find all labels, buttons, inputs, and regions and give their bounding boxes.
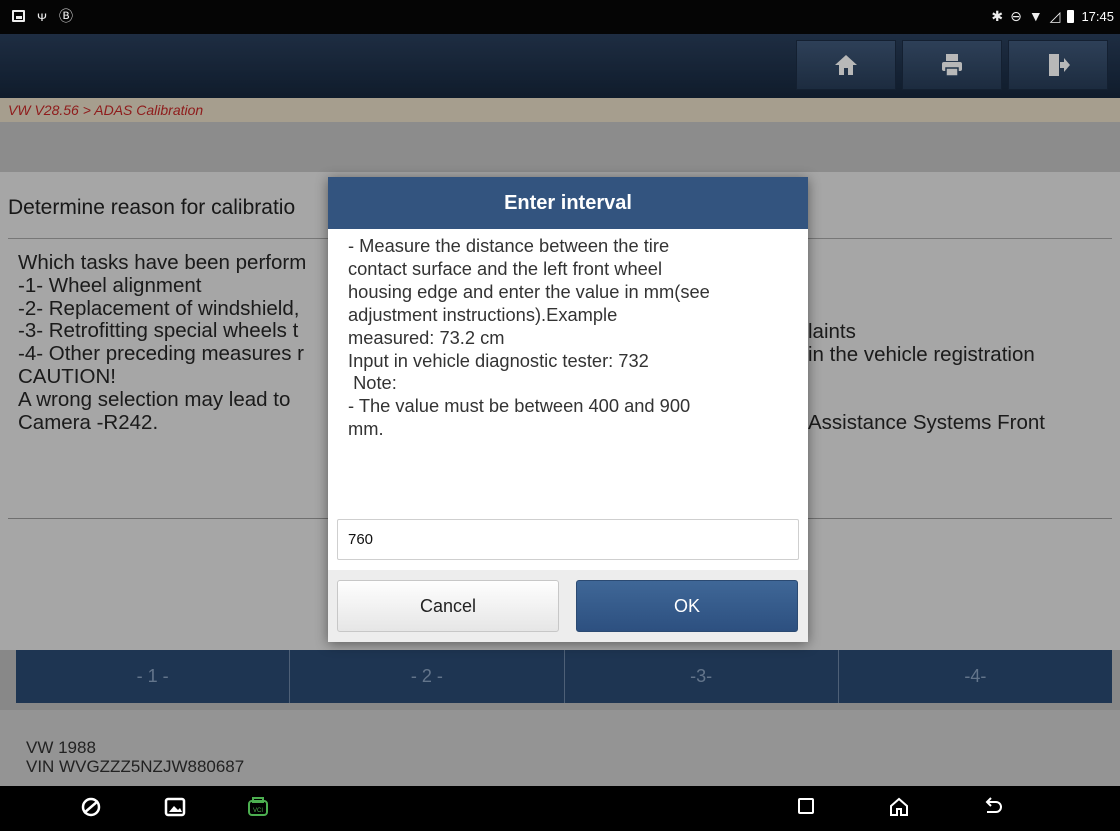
bluetooth-icon: ✱ bbox=[991, 8, 1004, 24]
interval-input[interactable] bbox=[337, 519, 799, 560]
back-icon[interactable] bbox=[982, 796, 1004, 823]
dialog-line: housing edge and enter the value in mm(s… bbox=[348, 280, 710, 302]
dialog-line: adjustment instructions).Example bbox=[348, 303, 618, 325]
usb-icon: ᴪ bbox=[37, 8, 47, 24]
gallery-notification-icon bbox=[12, 10, 25, 22]
bluetooth-circle-icon: Ⓑ bbox=[58, 8, 73, 24]
wifi-icon: ▼ bbox=[1028, 8, 1043, 24]
vci-icon[interactable]: VCI bbox=[246, 796, 270, 825]
dialog-line: Input in vehicle diagnostic tester: 732 bbox=[348, 349, 649, 371]
dialog-line: - The value must be between 400 and 900 bbox=[348, 395, 691, 417]
battery-icon bbox=[1067, 9, 1075, 23]
cancel-button[interactable]: Cancel bbox=[337, 580, 559, 632]
home-nav-icon[interactable] bbox=[888, 796, 910, 823]
dialog-footer: Cancel OK bbox=[328, 570, 808, 642]
ok-button[interactable]: OK bbox=[576, 580, 798, 632]
recent-apps-icon[interactable] bbox=[796, 796, 816, 821]
dialog-line: mm. bbox=[348, 418, 384, 440]
browser-icon[interactable] bbox=[80, 796, 102, 823]
dialog-line: - Measure the distance between the tire bbox=[348, 235, 670, 256]
navigation-bar: VCI bbox=[0, 786, 1120, 831]
signal-icon: ◿ bbox=[1049, 8, 1061, 24]
clock: 17:45 bbox=[1081, 8, 1114, 24]
dialog-line: Note: bbox=[348, 372, 397, 394]
svg-text:VCI: VCI bbox=[253, 808, 263, 814]
dialog-body: - Measure the distance between the tire … bbox=[328, 229, 808, 441]
gallery-icon[interactable] bbox=[164, 796, 186, 823]
dialog-title: Enter interval bbox=[328, 177, 808, 229]
enter-interval-dialog: Enter interval - Measure the distance be… bbox=[328, 177, 808, 642]
dialog-line: contact surface and the left front wheel bbox=[348, 257, 663, 279]
dialog-line: measured: 73.2 cm bbox=[348, 326, 505, 348]
do-not-disturb-icon: ⊖ bbox=[1010, 8, 1022, 24]
status-bar: ᴪ Ⓑ ✱ ⊖ ▼ ◿ 17:45 bbox=[0, 0, 1120, 34]
